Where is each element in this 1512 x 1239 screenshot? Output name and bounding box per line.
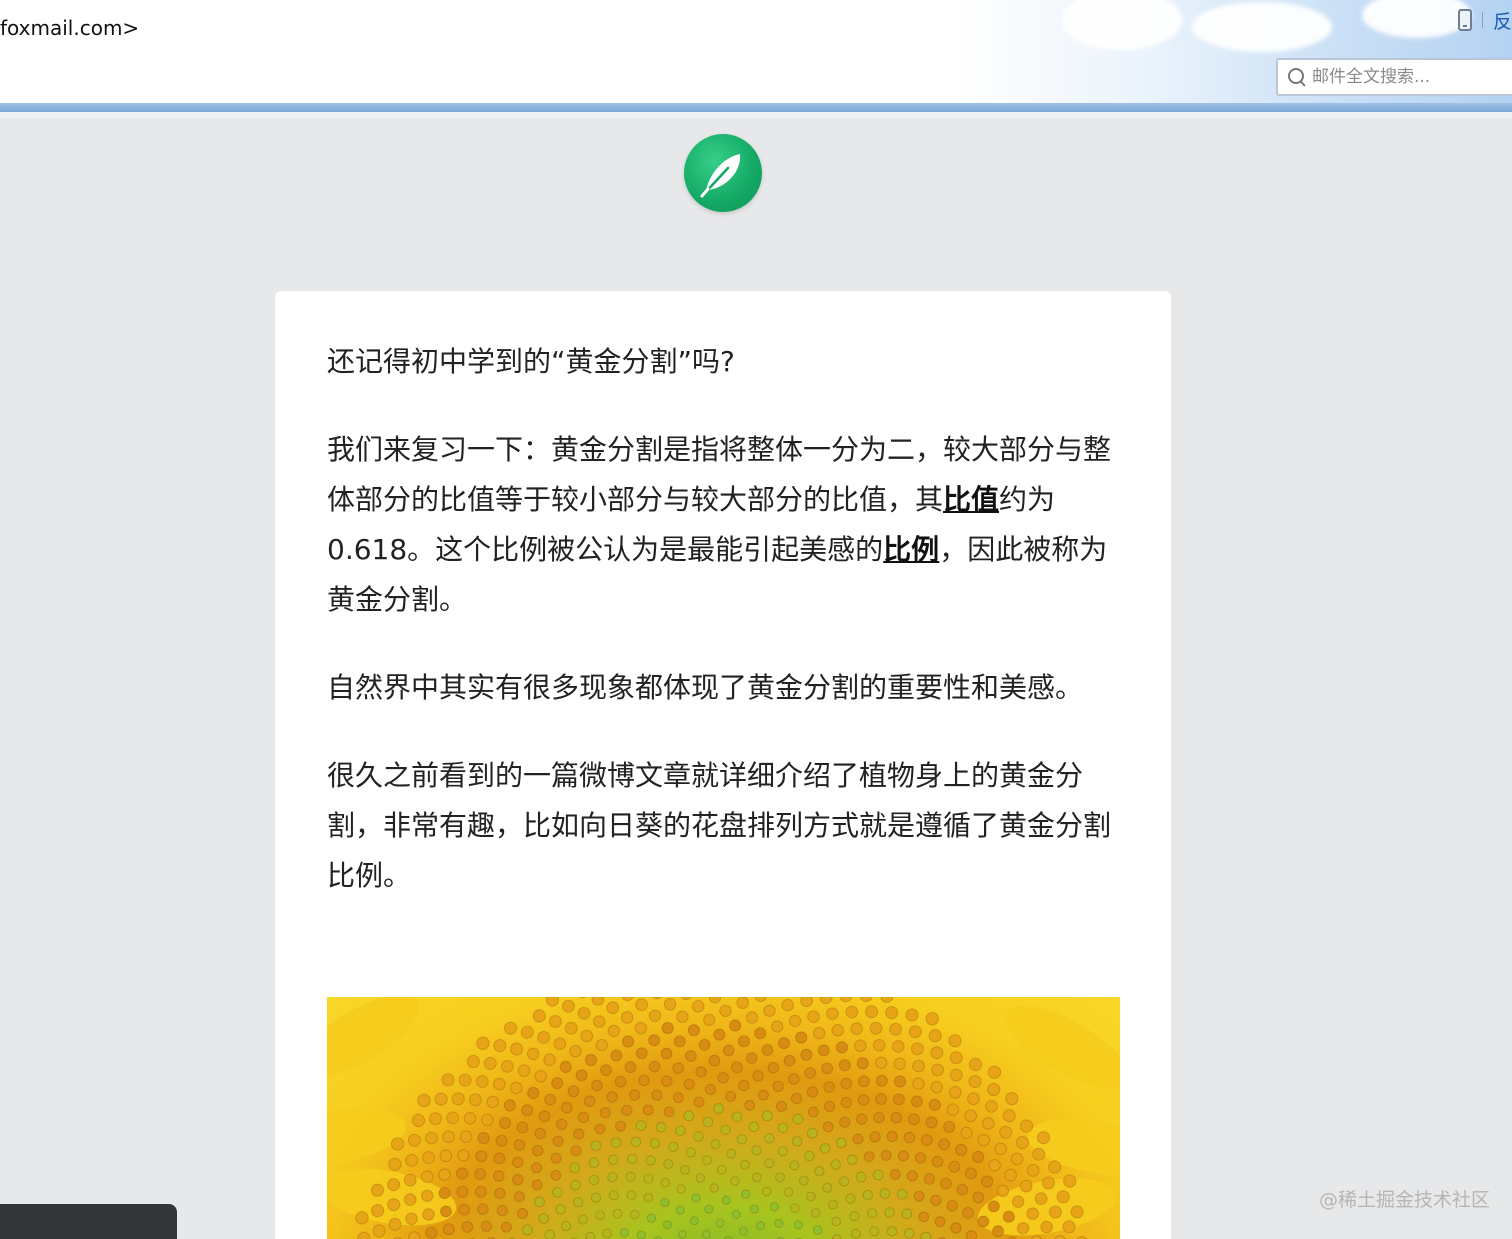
mail-header: foxmail.com> 反: [0, 0, 1512, 103]
paragraph-intro: 还记得初中学到的“黄金分割”吗?: [327, 345, 735, 378]
sunflower-seeds-graphic: [327, 997, 1120, 1239]
search-box[interactable]: [1276, 58, 1512, 96]
phone-icon[interactable]: [1457, 9, 1472, 31]
top-link[interactable]: 反: [1493, 7, 1512, 34]
paragraph-sunflower: 很久之前看到的一篇微博文章就详细介绍了植物身上的黄金分割，非常有趣，比如向日葵的…: [327, 759, 1112, 892]
juejin-watermark: @稀土掘金技术社区: [1319, 1189, 1491, 1211]
search-icon[interactable]: [1288, 68, 1306, 86]
paragraph-nature: 自然界中其实有很多现象都体现了黄金分割的重要性和美感。: [327, 671, 1084, 704]
header-tools: 反: [1457, 6, 1512, 34]
article-content: 还记得初中学到的“黄金分割”吗? 我们来复习一下：黄金分割是指将整体一分为二，较…: [327, 337, 1127, 939]
tool-separator: [1481, 12, 1483, 28]
article-card: 还记得初中学到的“黄金分割”吗? 我们来复习一下：黄金分割是指将整体一分为二，较…: [275, 291, 1171, 1239]
cloud-decoration: [1192, 2, 1332, 52]
sunflower-image: [327, 997, 1120, 1239]
feather-icon: [700, 154, 741, 198]
header-divider: [0, 103, 1512, 112]
header-divider-light: [0, 112, 1512, 118]
feather-logo: [684, 134, 762, 212]
paragraph-definition: 我们来复习一下：黄金分割是指将整体一分为二，较大部分与整体部分的比值等于较小部分…: [327, 425, 1127, 625]
bottom-panel-tab[interactable]: [0, 1204, 177, 1239]
search-input[interactable]: [1312, 67, 1512, 87]
ratio-link[interactable]: 比值: [943, 483, 999, 516]
sender-address: foxmail.com>: [0, 16, 140, 40]
proportion-link[interactable]: 比例: [883, 533, 939, 566]
